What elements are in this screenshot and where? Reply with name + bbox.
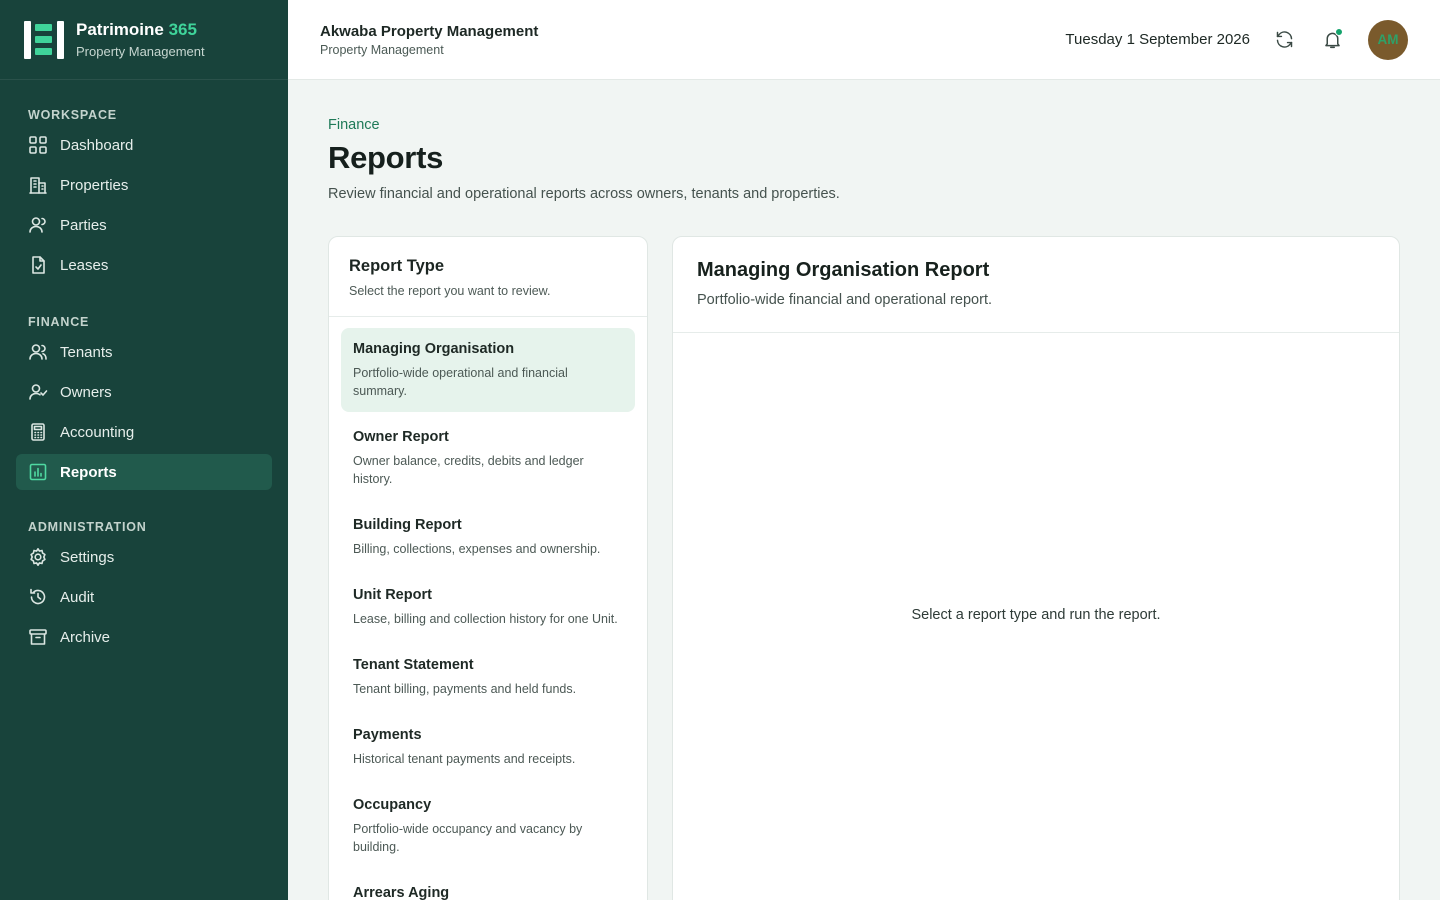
- report-item-occupancy[interactable]: Occupancy Portfolio-wide occupancy and v…: [341, 784, 635, 868]
- refresh-icon: [1276, 31, 1292, 48]
- current-date: Tuesday 1 September 2026: [1065, 31, 1250, 48]
- report-item-title: Payments: [353, 727, 422, 743]
- organisation: Akwaba Property Management Property Mana…: [320, 23, 538, 57]
- sidebar-item-parties[interactable]: Parties: [16, 207, 272, 243]
- report-item-description: Historical tenant payments and receipts.: [353, 752, 576, 766]
- report-item-description: Billing, collections, expenses and owner…: [353, 542, 601, 556]
- calculator-icon: [28, 422, 48, 442]
- notification-dot: [1335, 27, 1343, 36]
- gear-icon: [28, 547, 48, 567]
- sidebar-item-accounting[interactable]: Accounting: [16, 414, 272, 450]
- report-type-subtitle: Select the report you want to review.: [349, 284, 551, 298]
- top-bar: Akwaba Property Management Property Mana…: [288, 0, 1440, 80]
- report-type-card: Report Type Select the report you want t…: [328, 236, 648, 900]
- brand-subtitle: Property Management: [76, 44, 205, 59]
- brand-logo-icon: [24, 20, 64, 59]
- nav-section-title: WORKSPACE: [28, 108, 117, 122]
- sidebar-item-settings[interactable]: Settings: [16, 539, 272, 575]
- sidebar-item-archive[interactable]: Archive: [16, 619, 272, 655]
- breadcrumb[interactable]: Finance: [328, 117, 380, 133]
- report-panel: Managing Organisation Report Portfolio-w…: [672, 236, 1400, 900]
- sidebar-item-label: Audit: [60, 588, 95, 606]
- document-check-icon: [28, 255, 48, 275]
- report-item-title: Tenant Statement: [353, 657, 474, 673]
- sidebar: Patrimoine 365 Property Management WORKS…: [0, 0, 288, 900]
- report-item-description: Lease, billing and collection history fo…: [353, 612, 618, 626]
- sidebar-item-label: Parties: [60, 216, 107, 234]
- sidebar-item-reports[interactable]: Reports: [16, 454, 272, 490]
- user-check-icon: [28, 382, 48, 402]
- sidebar-item-leases[interactable]: Leases: [16, 247, 272, 283]
- sidebar-item-label: Accounting: [60, 423, 135, 441]
- sidebar-item-label: Tenants: [60, 343, 113, 361]
- notifications-button[interactable]: [1320, 27, 1344, 52]
- report-panel-title: Managing Organisation Report: [697, 259, 990, 281]
- avatar[interactable]: AM: [1368, 19, 1408, 60]
- report-item-description: Tenant billing, payments and held funds.: [353, 682, 577, 696]
- sidebar-item-tenants[interactable]: Tenants: [16, 334, 272, 370]
- users-icon: [28, 215, 48, 235]
- report-item-description: Owner balance, credits, debits and ledge…: [353, 454, 584, 486]
- bar-chart-icon: [28, 462, 48, 482]
- report-item-title: Owner Report: [353, 429, 449, 445]
- sidebar-item-label: Dashboard: [60, 136, 134, 154]
- archive-icon: [28, 627, 48, 647]
- sidebar-item-label: Reports: [60, 463, 117, 481]
- report-item-title: Occupancy: [353, 797, 432, 813]
- nav-section-title: ADMINISTRATION: [28, 520, 147, 534]
- history-icon: [28, 587, 48, 607]
- sidebar-item-audit[interactable]: Audit: [16, 579, 272, 615]
- report-item-title: Arrears Aging: [353, 885, 450, 900]
- building-icon: [28, 175, 48, 195]
- report-item-arrears-aging[interactable]: Arrears Aging: [341, 872, 635, 900]
- sidebar-item-dashboard[interactable]: Dashboard: [16, 127, 272, 163]
- report-item-building-report[interactable]: Building Report Billing, collections, ex…: [341, 504, 635, 570]
- report-item-description: Portfolio-wide operational and financial…: [353, 366, 568, 398]
- report-item-tenant-statement[interactable]: Tenant Statement Tenant billing, payment…: [341, 644, 635, 710]
- brand[interactable]: Patrimoine 365 Property Management: [0, 0, 288, 80]
- report-item-unit-report[interactable]: Unit Report Lease, billing and collectio…: [341, 574, 635, 640]
- sidebar-item-label: Archive: [60, 628, 111, 646]
- report-item-payments[interactable]: Payments Historical tenant payments and …: [341, 714, 635, 780]
- main-content: Finance Reports Review financial and ope…: [288, 80, 1440, 900]
- report-item-title: Building Report: [353, 517, 462, 533]
- report-item-title: Unit Report: [353, 587, 432, 603]
- sidebar-item-label: Leases: [60, 256, 109, 274]
- nav-section-title: FINANCE: [28, 315, 90, 329]
- report-item-owner-report[interactable]: Owner Report Owner balance, credits, deb…: [341, 416, 635, 500]
- brand-name: Patrimoine 365: [76, 20, 197, 39]
- sidebar-item-label: Owners: [60, 383, 112, 401]
- sidebar-item-properties[interactable]: Properties: [16, 167, 272, 203]
- report-item-managing-organisation[interactable]: Managing Organisation Portfolio-wide ope…: [341, 328, 635, 412]
- grid-icon: [28, 135, 48, 155]
- empty-state-message: Select a report type and run the report.: [911, 607, 1161, 623]
- report-item-title: Managing Organisation: [353, 341, 515, 357]
- nav-section-finance: FINANCE Tenants Owners Accounting Report…: [0, 310, 288, 490]
- organisation-name: Akwaba Property Management: [320, 22, 539, 40]
- users-icon: [28, 342, 48, 362]
- report-type-list: Managing Organisation Portfolio-wide ope…: [329, 317, 647, 900]
- page-title: Reports: [328, 140, 444, 175]
- nav-section-administration: ADMINISTRATION Settings Audit Archive: [0, 515, 288, 655]
- page-description: Review financial and operational reports…: [328, 186, 840, 202]
- report-item-description: Portfolio-wide occupancy and vacancy by …: [353, 822, 583, 854]
- refresh-button[interactable]: [1272, 28, 1296, 52]
- sidebar-item-label: Properties: [60, 176, 129, 194]
- organisation-subtitle: Property Management: [320, 42, 444, 57]
- sidebar-item-label: Settings: [60, 548, 115, 566]
- report-type-title: Report Type: [349, 257, 445, 275]
- report-panel-subtitle: Portfolio-wide financial and operational…: [697, 292, 993, 308]
- nav-section-workspace: WORKSPACE Dashboard Properties Parties L…: [0, 103, 288, 283]
- sidebar-item-owners[interactable]: Owners: [16, 374, 272, 410]
